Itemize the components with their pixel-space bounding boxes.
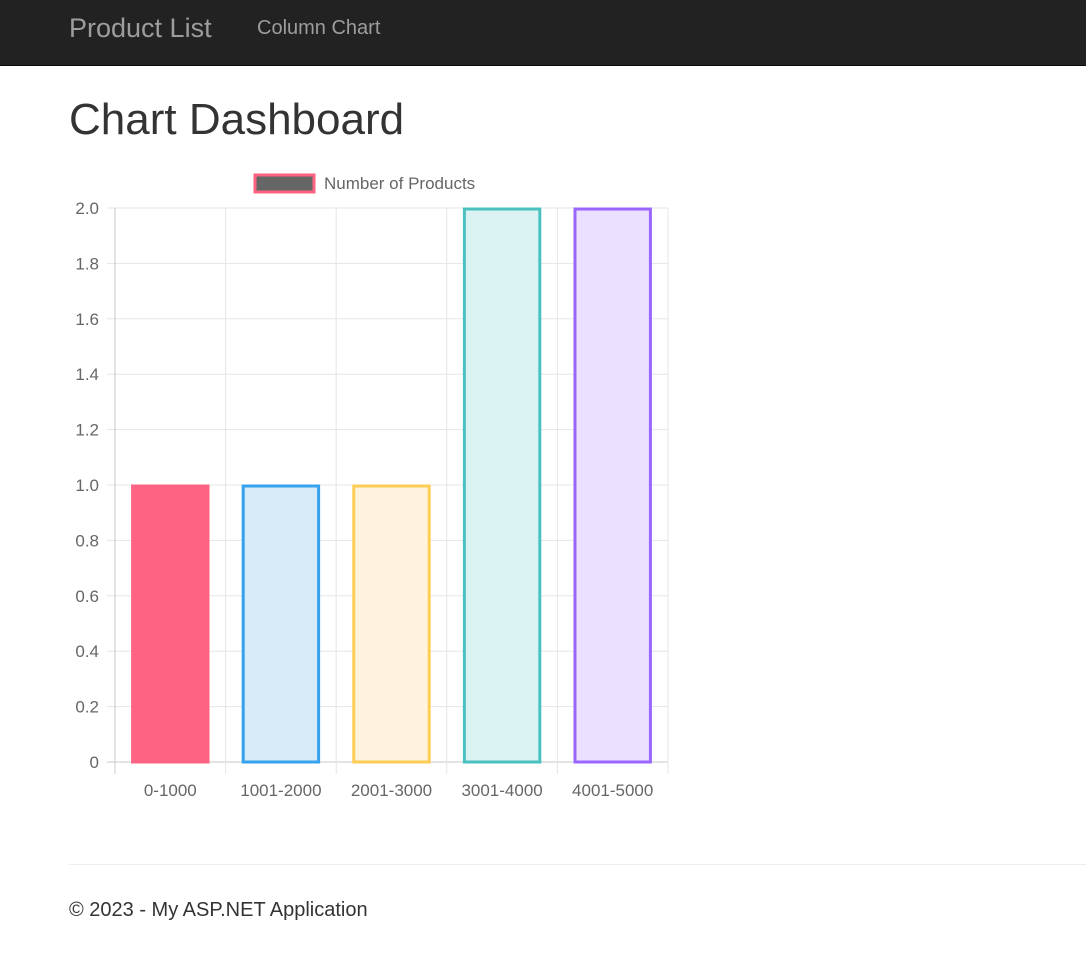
y-tick-label: 2.0 — [75, 199, 99, 218]
y-tick-label: 0 — [90, 753, 99, 772]
y-tick-label: 0.6 — [75, 587, 99, 606]
y-tick-label: 1.2 — [75, 421, 99, 440]
bar-3001-4000[interactable] — [462, 207, 542, 764]
y-tick-label: 0.8 — [75, 531, 99, 550]
nav-link-column-chart[interactable]: Column Chart — [257, 16, 380, 40]
y-tick-label: 1.0 — [75, 476, 99, 495]
y-tick-label: 0.2 — [75, 698, 99, 717]
bar-1001-2000[interactable] — [241, 484, 321, 764]
y-tick-label: 1.4 — [75, 365, 99, 384]
legend-label[interactable]: Number of Products — [324, 174, 475, 193]
y-tick-label: 0.4 — [75, 642, 99, 661]
navbar: Product List Column Chart — [0, 0, 1086, 66]
footer-copyright: © 2023 - My ASP.NET Application — [69, 899, 368, 921]
bar-0-1000[interactable] — [131, 484, 210, 764]
bar-2001-3000[interactable] — [352, 484, 431, 764]
legend-swatch[interactable] — [253, 173, 316, 194]
bar-4001-5000[interactable] — [573, 207, 652, 764]
x-tick-label: 4001-5000 — [572, 781, 653, 800]
x-tick-label: 3001-4000 — [461, 781, 542, 800]
footer-divider — [69, 864, 1086, 865]
column-chart: 0 0.2 0.4 0.6 0.8 1.0 1.2 1.4 1.6 1.8 2.0 0-1000 100… — [75, 173, 669, 800]
y-tick-label: 1.8 — [75, 254, 99, 273]
brand-link[interactable]: Product List — [69, 12, 212, 44]
x-tick-label: 0-1000 — [144, 781, 197, 800]
page-title: Chart Dashboard — [69, 95, 405, 144]
x-tick-label: 2001-3000 — [351, 781, 432, 800]
y-tick-label: 1.6 — [75, 310, 99, 329]
x-tick-label: 1001-2000 — [240, 781, 321, 800]
